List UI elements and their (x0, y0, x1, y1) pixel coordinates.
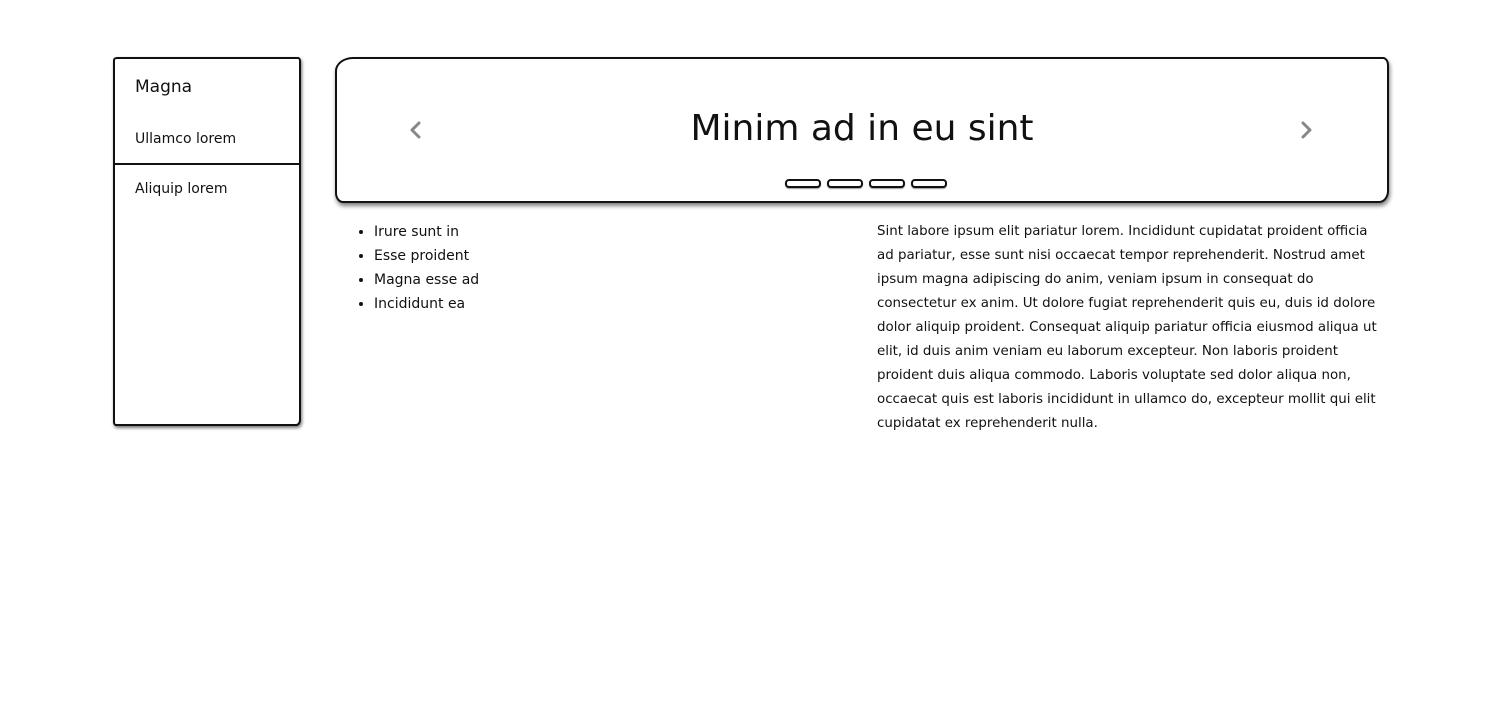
bullet-list: Irure sunt in Esse proident Magna esse a… (374, 220, 479, 316)
chevron-left-icon (410, 121, 421, 139)
sidebar-item-aliquip-lorem[interactable]: Aliquip lorem (135, 181, 228, 197)
carousel-indicator-3[interactable] (869, 179, 905, 188)
sidebar-divider (115, 163, 299, 165)
sidebar-title: Magna (135, 77, 193, 97)
carousel-indicator-1[interactable] (785, 179, 821, 188)
chevron-right-icon (1301, 121, 1312, 139)
carousel-indicator-2[interactable] (827, 179, 863, 188)
list-item: Incididunt ea (374, 292, 479, 316)
carousel-indicator-4[interactable] (911, 179, 947, 188)
list-item: Magna esse ad (374, 268, 479, 292)
carousel-title: Minim ad in eu sint (690, 108, 1034, 149)
carousel-prev-button[interactable] (407, 121, 425, 139)
carousel-indicators (785, 179, 947, 188)
carousel: Minim ad in eu sint (335, 57, 1389, 203)
sidebar-item-ullamco-lorem[interactable]: Ullamco lorem (135, 131, 236, 147)
carousel-next-button[interactable] (1297, 121, 1315, 139)
body-paragraph: Sint labore ipsum elit pariatur lorem. I… (877, 224, 1377, 431)
list-item: Esse proident (374, 244, 479, 268)
sidebar-panel: Magna Ullamco lorem Aliquip lorem (113, 57, 301, 426)
list-item: Irure sunt in (374, 220, 479, 244)
